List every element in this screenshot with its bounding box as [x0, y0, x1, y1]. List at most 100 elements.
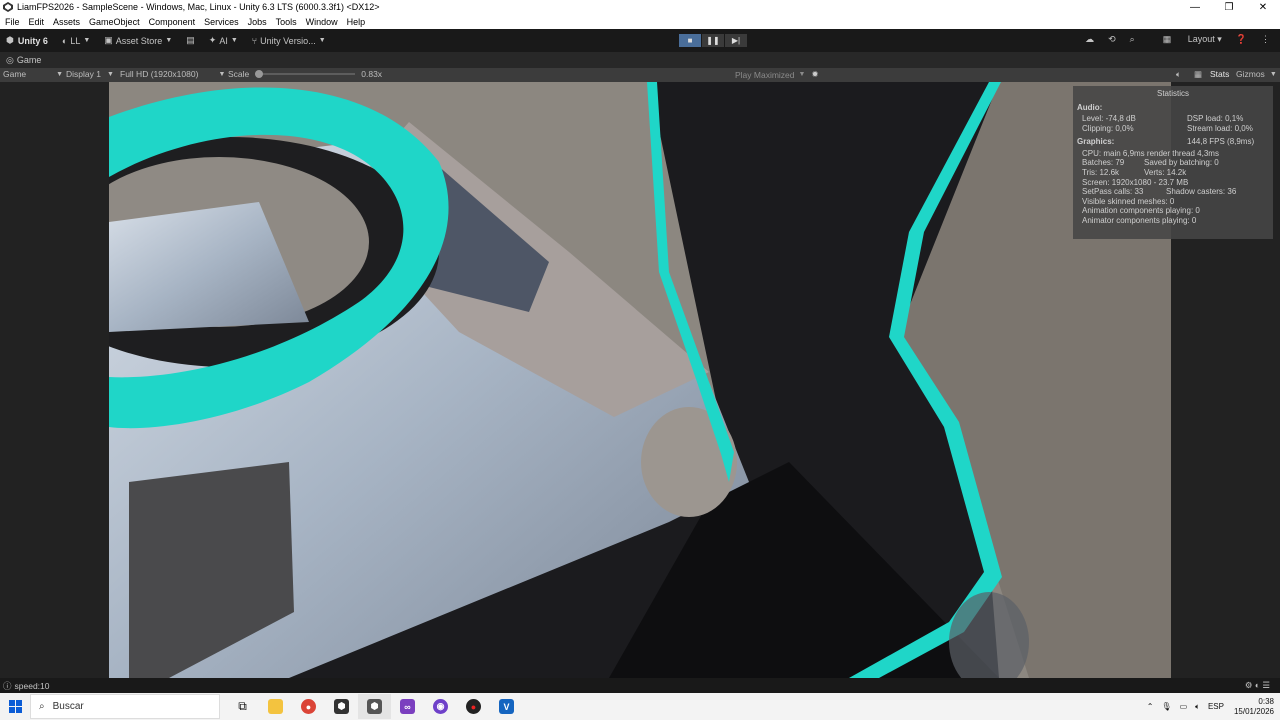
- audio-section-title: Audio:: [1077, 103, 1103, 112]
- cloud-icon[interactable]: ☁: [1085, 34, 1094, 45]
- chevron-down-icon: ▼: [106, 70, 114, 78]
- play-mode-dropdown[interactable]: Play Maximized ▼ ✹: [735, 69, 819, 80]
- menu-component[interactable]: Component: [149, 17, 196, 27]
- visible-skinned-meshes: Visible skinned meshes: 0: [1082, 196, 1175, 206]
- audio-clipping: Clipping: 0,0%: [1082, 123, 1134, 133]
- cpu-timing: CPU: main 6,9ms render thread 4,3ms: [1082, 148, 1219, 158]
- audio-mute-button[interactable]: 🔈︎: [1176, 69, 1181, 80]
- menu-dots-icon[interactable]: ⋮: [1261, 34, 1270, 45]
- stream-load: Stream load: 0,0%: [1187, 123, 1253, 133]
- close-button[interactable]: ✕: [1246, 2, 1280, 13]
- search-icon: ⌕: [39, 701, 45, 712]
- clock[interactable]: 0:38 15/01/2026: [1234, 697, 1274, 717]
- gizmos-label: Gizmos: [1236, 69, 1265, 79]
- unity-menu-button[interactable]: ⬢ Unity 6: [6, 35, 48, 46]
- menu-bar: File Edit Assets GameObject Component Se…: [0, 14, 1280, 29]
- scale-slider[interactable]: [255, 70, 356, 78]
- menu-jobs[interactable]: Jobs: [248, 17, 267, 27]
- menu-window[interactable]: Window: [306, 17, 338, 27]
- gizmos-dropdown[interactable]: Gizmos ▼: [1236, 69, 1277, 79]
- chrome-app[interactable]: ●: [292, 694, 325, 719]
- clock-time: 0:38: [1258, 696, 1274, 706]
- layout-icon: ▦: [1162, 34, 1174, 44]
- pause-icon: ❚❚: [706, 36, 720, 45]
- chevron-down-icon: ▼: [56, 70, 64, 78]
- start-button[interactable]: [0, 700, 30, 713]
- clock-date: 15/01/2026: [1233, 706, 1274, 716]
- bug-icon[interactable]: ✹: [811, 69, 818, 80]
- chrome-icon: ●: [301, 699, 316, 714]
- menu-gameobject[interactable]: GameObject: [89, 17, 140, 27]
- ai-dropdown[interactable]: ✦ AI ▼: [209, 35, 238, 46]
- resolution-dropdown[interactable]: Full HD (1920x1080) ▼: [120, 69, 225, 79]
- search-icon[interactable]: ⌕: [1130, 34, 1135, 45]
- verts: Verts: 14.2k: [1144, 167, 1187, 177]
- store-bag-icon: ▣: [104, 35, 113, 45]
- unity-editor-app[interactable]: ⬢: [358, 694, 391, 719]
- help-icon[interactable]: ❓: [1236, 34, 1247, 45]
- unity-logo-icon: [3, 2, 13, 12]
- aspect-button[interactable]: ▦: [1194, 69, 1202, 80]
- saved-by-batching: Saved by batching: 0: [1144, 158, 1219, 168]
- scale-control[interactable]: Scale 0.83x: [228, 69, 382, 79]
- minimize-button[interactable]: —: [1178, 2, 1212, 13]
- package-icon: ▤: [186, 35, 195, 45]
- tab-game[interactable]: Game: [17, 55, 42, 65]
- scale-slider-knob[interactable]: [255, 70, 264, 78]
- record-icon: ●: [466, 699, 481, 714]
- speaker-icon: 🔈︎: [1176, 69, 1182, 79]
- menu-help[interactable]: Help: [347, 17, 366, 27]
- unity-editor-icon: ⬢: [367, 699, 382, 714]
- maximize-button[interactable]: ❐: [1212, 2, 1246, 13]
- volume-icon[interactable]: 🔈︎: [1195, 702, 1200, 712]
- microphone-icon[interactable]: 🎙︎: [1161, 702, 1171, 711]
- menu-services[interactable]: Services: [204, 17, 239, 27]
- layout-dropdown[interactable]: ▦ Layout ▾: [1149, 34, 1222, 45]
- system-tray: ⌃ 🎙︎ ▭ 🔈︎ ESP 0:38 15/01/2026: [1139, 697, 1280, 717]
- taskbar-search[interactable]: ⌕ Buscar: [30, 694, 220, 719]
- chevron-down-icon: ▼: [230, 37, 238, 44]
- asset-store-dropdown[interactable]: ▣ Asset Store ▼: [104, 35, 172, 46]
- menu-edit[interactable]: Edit: [29, 17, 45, 27]
- recording-app[interactable]: ●: [457, 694, 490, 719]
- menu-tools[interactable]: Tools: [276, 17, 297, 27]
- version-control-label: Unity Versio...: [260, 35, 316, 46]
- console-status-bar[interactable]: ⓘ speed:10 ⚙ ◐ ☰: [0, 678, 1280, 693]
- chevron-up-icon[interactable]: ⌃: [1147, 702, 1154, 711]
- chevron-down-icon: ▼: [318, 37, 326, 44]
- v-app[interactable]: V: [490, 694, 523, 719]
- menu-file[interactable]: File: [5, 17, 20, 27]
- package-button[interactable]: ▤: [186, 35, 195, 46]
- tab-bar: ◎ Game: [0, 52, 1280, 68]
- unity-hub-app[interactable]: ⬢: [325, 694, 358, 719]
- network-icon[interactable]: ▭: [1180, 702, 1188, 711]
- game-render-view[interactable]: [109, 82, 1171, 678]
- version-control-dropdown[interactable]: ⑂ Unity Versio... ▼: [252, 36, 326, 46]
- account-dropdown[interactable]: ◐ LL ▼: [62, 36, 90, 46]
- chevron-down-icon: ▼: [165, 37, 173, 44]
- info-icon: ⓘ: [3, 680, 12, 691]
- language-indicator[interactable]: ESP: [1208, 702, 1224, 711]
- statistics-header: Statistics: [1156, 89, 1189, 98]
- visual-studio-icon: ∞: [400, 699, 415, 714]
- pause-button[interactable]: ❚❚: [702, 34, 724, 47]
- play-button[interactable]: ■: [679, 34, 701, 47]
- asset-store-label: Asset Store: [115, 35, 163, 46]
- right-toolbar: ☁ ⟲ ⌕ ▦ Layout ▾ ❓ ⋮: [1071, 34, 1270, 45]
- chevron-down-icon: ▼: [798, 71, 806, 78]
- stats-label: Stats: [1210, 69, 1230, 79]
- scene-render: [109, 82, 1171, 678]
- task-view-button[interactable]: ⧉: [226, 694, 259, 719]
- github-desktop-app[interactable]: ◉: [424, 694, 457, 719]
- file-explorer-app[interactable]: [259, 694, 292, 719]
- game-mode-dropdown[interactable]: Game ▼: [3, 69, 63, 79]
- menu-assets[interactable]: Assets: [53, 17, 80, 27]
- batches: Batches: 79: [1082, 158, 1125, 168]
- account-icon: ◐: [61, 35, 68, 46]
- scale-label: Scale: [228, 69, 250, 79]
- visual-studio-app[interactable]: ∞: [391, 694, 424, 719]
- history-icon[interactable]: ⟲: [1108, 34, 1116, 45]
- display-dropdown[interactable]: Display 1 ▼: [66, 69, 114, 79]
- stats-button[interactable]: Stats: [1210, 69, 1229, 79]
- step-button[interactable]: ▶|: [725, 34, 747, 47]
